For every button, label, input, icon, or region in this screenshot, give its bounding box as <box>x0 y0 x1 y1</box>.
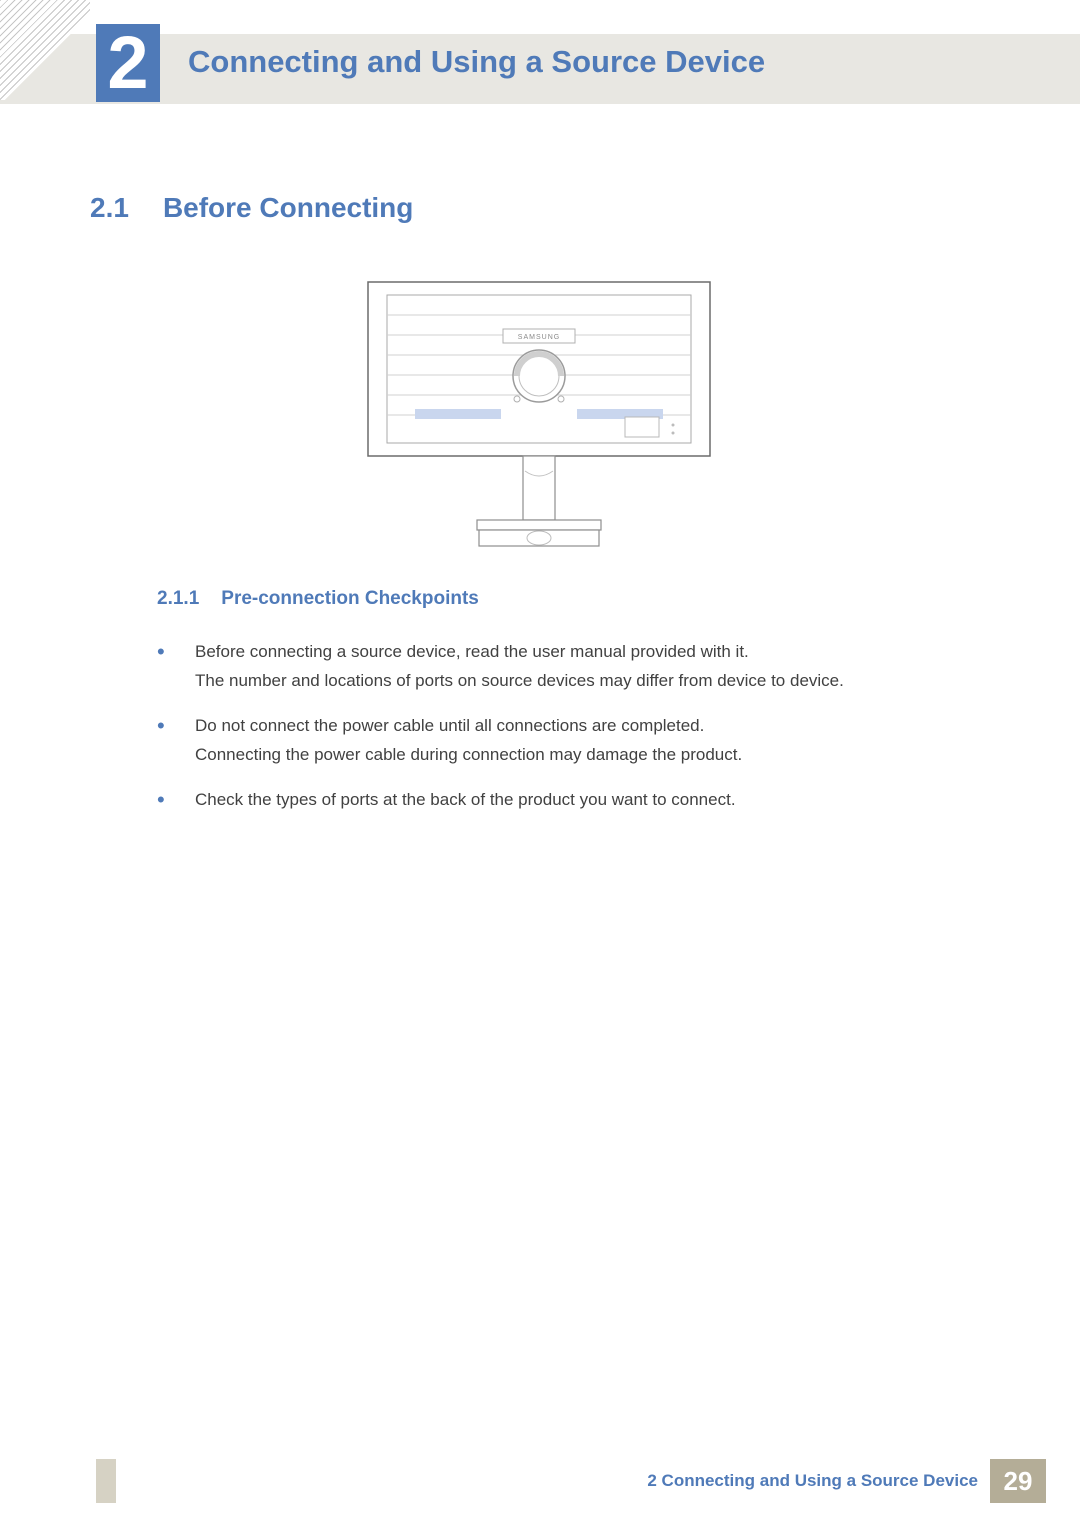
monitor-rear-illustration: SAMSUNG <box>367 281 711 551</box>
bullet-icon: • <box>157 712 167 770</box>
section-title: Before Connecting <box>163 192 413 224</box>
list-item-text: Do not connect the power cable until all… <box>195 712 742 770</box>
footer-accent-bar <box>96 1459 116 1503</box>
subsection-heading: 2.1.1 Pre-connection Checkpoints <box>157 588 479 610</box>
page-footer: 2 Connecting and Using a Source Device 2… <box>0 1459 1080 1503</box>
bullet-icon: • <box>157 638 167 696</box>
bullet-icon: • <box>157 786 167 815</box>
list-item-text: Before connecting a source device, read … <box>195 638 844 696</box>
page-number-box: 29 <box>990 1459 1046 1503</box>
brand-label: SAMSUNG <box>518 334 560 341</box>
footer-chapter-label: 2 Connecting and Using a Source Device <box>647 1471 978 1491</box>
hatched-corner-decoration <box>0 0 90 100</box>
list-item-text: Check the types of ports at the back of … <box>195 786 736 815</box>
chapter-number: 2 <box>107 26 148 100</box>
page-number: 29 <box>1004 1466 1033 1497</box>
chapter-title: Connecting and Using a Source Device <box>188 44 765 80</box>
section-heading: 2.1 Before Connecting <box>90 192 413 224</box>
list-item: • Check the types of ports at the back o… <box>157 786 990 815</box>
subsection-title: Pre-connection Checkpoints <box>221 588 479 610</box>
list-item: • Before connecting a source device, rea… <box>157 638 990 696</box>
checkpoints-list: • Before connecting a source device, rea… <box>157 638 990 830</box>
section-number: 2.1 <box>90 192 129 224</box>
subsection-number: 2.1.1 <box>157 588 199 610</box>
chapter-number-box: 2 <box>96 24 160 102</box>
list-item: • Do not connect the power cable until a… <box>157 712 990 770</box>
